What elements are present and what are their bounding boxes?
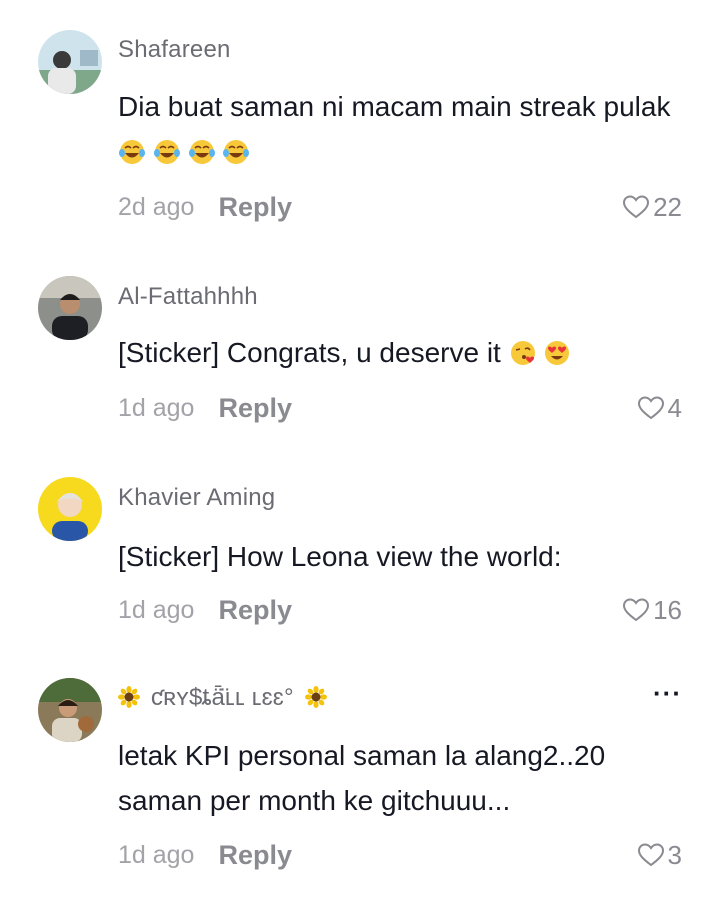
sunflower-emoji	[304, 684, 327, 711]
laughing-tears-emoji	[153, 136, 188, 167]
reply-button[interactable]: Reply	[218, 840, 292, 871]
comment-list: Shafareen Dia buat saman ni macam main s…	[0, 0, 724, 908]
sunflower-emoji	[118, 684, 147, 711]
like-button[interactable]: 22	[622, 190, 682, 224]
comment-text-content: [Sticker] Congrats, u deserve it	[118, 337, 501, 368]
username[interactable]: Shafareen	[118, 36, 231, 64]
comment-text: letak KPI personal saman la alang2..20 s…	[118, 733, 678, 823]
comment-item: Al-Fattahhhh [Sticker] Congrats, u deser…	[0, 250, 724, 460]
reply-button[interactable]: Reply	[218, 192, 292, 223]
comment-text: [Sticker] How Leona view the world:	[118, 541, 562, 572]
like-count: 3	[667, 839, 682, 870]
laughing-tears-emoji	[118, 136, 153, 167]
comment-text: [Sticker] Congrats, u deserve it	[118, 330, 678, 375]
like-button[interactable]: 16	[622, 593, 682, 627]
kiss-emoji	[509, 337, 544, 368]
heart-eyes-emoji	[543, 337, 570, 368]
comment-text-line: saman per month ke gitchuuu...	[118, 785, 511, 816]
comment-item: Shafareen Dia buat saman ni macam main s…	[0, 0, 724, 250]
heart-icon	[623, 598, 650, 622]
comment-text-line: letak KPI personal saman la alang2..20	[118, 740, 606, 771]
avatar[interactable]	[38, 276, 102, 340]
comment-meta: 1d ago Reply	[118, 391, 292, 425]
comment-meta: 1d ago Reply	[118, 838, 292, 872]
comment-text: Dia buat saman ni macam main streak pula…	[118, 84, 678, 174]
comment-text-content: Dia buat saman ni macam main streak pula…	[118, 91, 671, 122]
like-button[interactable]: 4	[637, 391, 682, 425]
username[interactable]: Khavier Aming	[118, 484, 275, 512]
avatar[interactable]	[38, 678, 102, 742]
like-count: 16	[653, 594, 682, 625]
timestamp: 1d ago	[118, 840, 195, 869]
reply-button[interactable]: Reply	[218, 595, 292, 626]
username-text: ƈʀʏ$ȶǟ̈ʟʟ ʟɛɛ°	[150, 684, 294, 711]
like-count: 4	[667, 392, 682, 423]
like-button[interactable]: 3	[637, 838, 682, 872]
reply-button[interactable]: Reply	[218, 393, 292, 424]
username[interactable]: ƈʀʏ$ȶǟ̈ʟʟ ʟɛɛ°	[118, 684, 327, 712]
comment-item: Khavier Aming [Sticker] How Leona view t…	[0, 460, 724, 660]
heart-icon	[637, 396, 664, 420]
comment-meta: 1d ago Reply	[118, 593, 292, 627]
timestamp: 1d ago	[118, 595, 195, 624]
heart-icon	[623, 195, 650, 219]
laughing-tears-emoji	[222, 136, 250, 167]
comment-meta: 2d ago Reply	[118, 190, 292, 224]
heart-icon	[637, 843, 664, 867]
avatar[interactable]	[38, 477, 102, 541]
timestamp: 1d ago	[118, 393, 195, 422]
like-count: 22	[653, 191, 682, 222]
avatar[interactable]	[38, 30, 102, 94]
timestamp: 2d ago	[118, 192, 195, 221]
laughing-tears-emoji	[188, 136, 223, 167]
comment-item: ƈʀʏ$ȶǟ̈ʟʟ ʟɛɛ° ··· letak KPI personal sa…	[0, 660, 724, 908]
more-options-button[interactable]: ···	[653, 678, 682, 709]
username[interactable]: Al-Fattahhhh	[118, 283, 258, 311]
